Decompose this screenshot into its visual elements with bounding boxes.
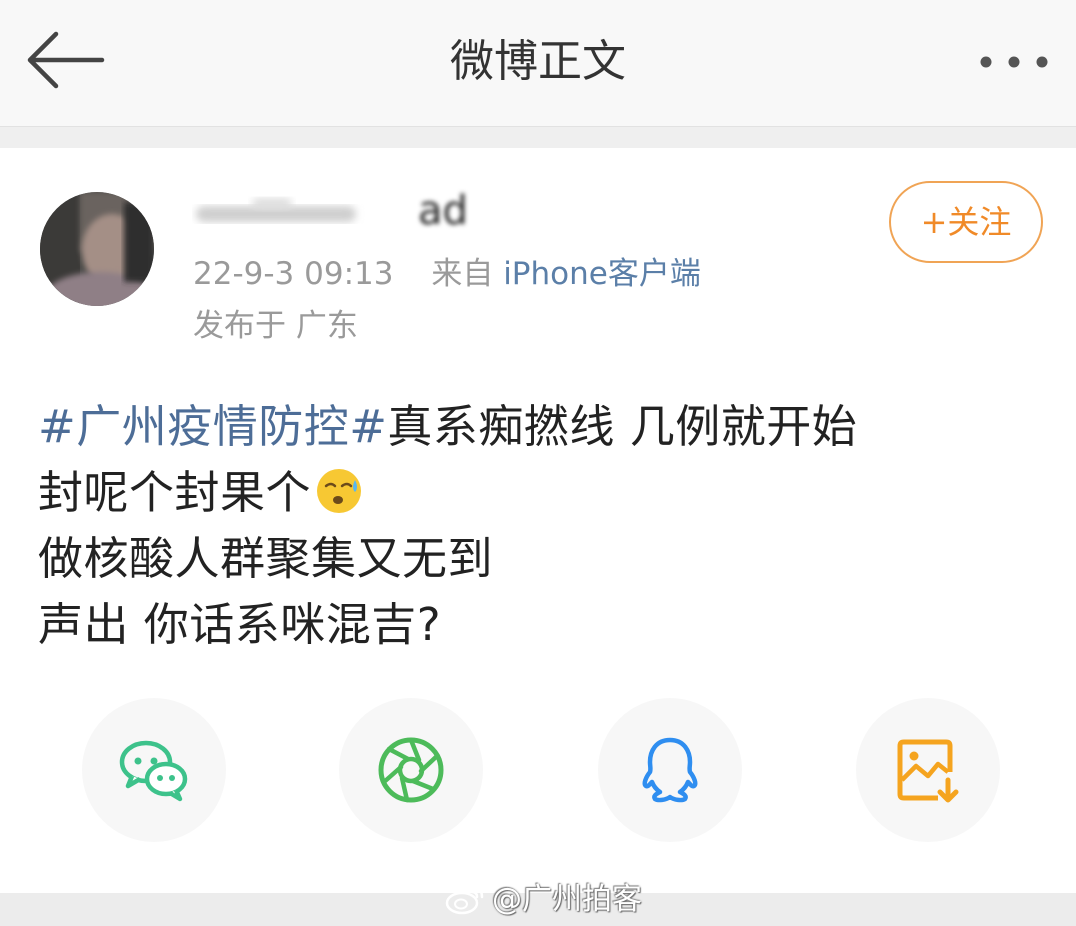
content-text: 声出 你话系咪混吉? (38, 598, 442, 651)
section-divider (0, 126, 1076, 149)
avatar[interactable] (40, 192, 154, 306)
topic-link[interactable]: #广州疫情防控# (38, 400, 387, 453)
source-prefix: 来自 (431, 256, 494, 292)
watermark: @广州拍客 (444, 880, 642, 926)
share-qq-button[interactable] (598, 698, 742, 842)
watermark-text: @广州拍客 (492, 882, 642, 917)
weibo-logo-icon (444, 883, 486, 926)
share-wechat-button[interactable] (82, 698, 226, 842)
save-image-icon (897, 739, 959, 803)
save-image-button[interactable] (856, 698, 1000, 842)
content-text: 真系痴撚线 几例就开始 (387, 400, 858, 453)
share-moments-button[interactable] (339, 698, 483, 842)
qq-icon (642, 737, 698, 803)
post-date: 22-9-3 09:13 (193, 256, 394, 292)
post-content: #广州疫情防控#真系痴撚线 几例就开始 封呢个封果个 做核酸人群聚集又无到 声出… (38, 394, 1048, 658)
content-line-3: 做核酸人群聚集又无到 (38, 526, 1048, 592)
sweat-emoji (313, 464, 365, 516)
post-meta: 22-9-3 09:13 来自 iPhone客户端 (193, 252, 701, 296)
more-dots-icon[interactable] (972, 44, 1056, 80)
content-line-1: #广州疫情防控#真系痴撚线 几例就开始 (38, 394, 1048, 460)
content-text: 做核酸人群聚集又无到 (38, 532, 494, 585)
content-line-4: 声出 你话系咪混吉? (38, 592, 1048, 658)
moments-icon (378, 737, 444, 803)
wechat-icon (119, 740, 188, 802)
follow-button[interactable]: +关注 (889, 181, 1043, 263)
content-text: 封呢个封果个 (38, 466, 312, 519)
page-title: 微博正文 (450, 36, 626, 87)
post-source[interactable]: iPhone客户端 (503, 256, 701, 292)
post-location: 发布于 广东 (193, 308, 358, 344)
username-fragment: ad (418, 188, 468, 234)
top-nav-bar: 微博正文 (0, 0, 1076, 126)
content-line-2: 封呢个封果个 (38, 460, 1048, 526)
